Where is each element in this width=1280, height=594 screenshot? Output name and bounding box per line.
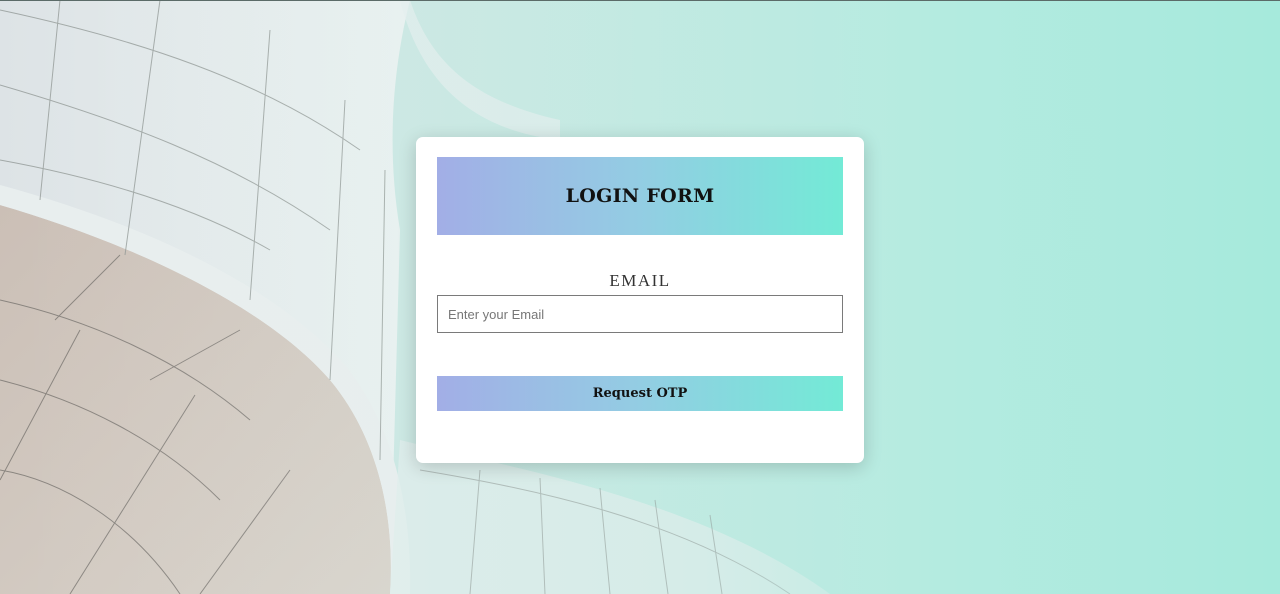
login-header-banner: LOGIN FORM [437, 157, 843, 235]
login-card: LOGIN FORM EMAIL Request OTP [416, 137, 864, 463]
login-form-title: LOGIN FORM [565, 185, 715, 207]
email-field[interactable] [437, 295, 843, 333]
request-otp-button[interactable]: Request OTP [437, 376, 843, 411]
email-label: EMAIL [609, 271, 671, 290]
top-border-line [0, 0, 1280, 1]
